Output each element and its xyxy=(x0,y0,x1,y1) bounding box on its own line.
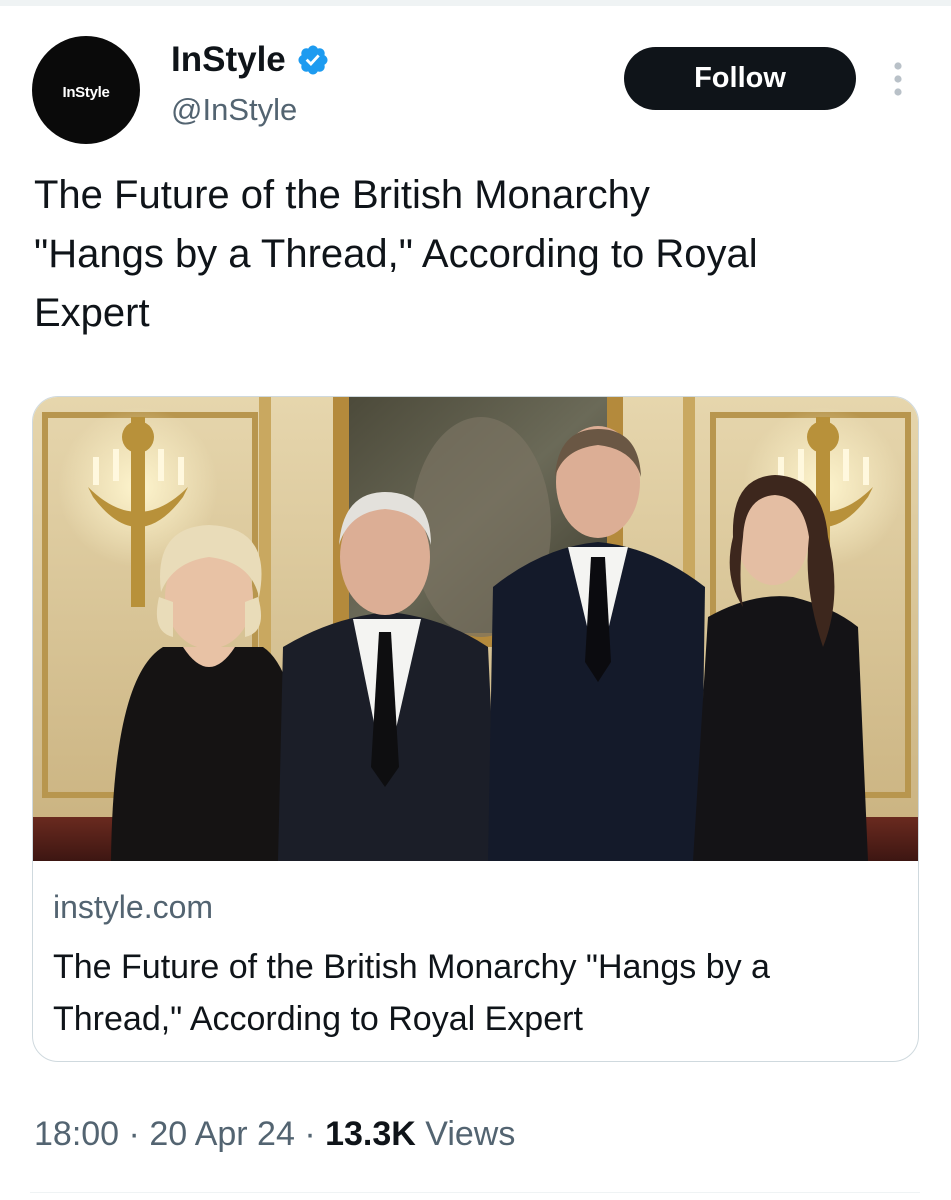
meta-separator: · xyxy=(119,1115,150,1153)
top-divider xyxy=(0,0,951,6)
avatar[interactable]: InStyle xyxy=(32,36,140,144)
tweet-time[interactable]: 18:00 xyxy=(34,1115,119,1154)
instyle-logo-avatar: InStyle xyxy=(62,83,110,101)
author-handle[interactable]: @InStyle xyxy=(171,92,297,128)
link-card[interactable]: instyle.com The Future of the British Mo… xyxy=(32,396,919,1062)
views-label-spacer xyxy=(416,1115,425,1154)
card-image[interactable] xyxy=(33,397,918,861)
meta-separator: · xyxy=(294,1115,326,1153)
author-display-name[interactable]: InStyle xyxy=(171,40,286,80)
verified-badge-icon xyxy=(298,45,328,75)
more-vertical-icon[interactable] xyxy=(884,60,912,100)
royal-family-photo xyxy=(33,397,918,861)
bottom-divider xyxy=(30,1192,920,1193)
tweet-meta: 18:00 · 20 Apr 24 · 13.3K Views xyxy=(34,1115,515,1154)
card-domain: instyle.com xyxy=(53,889,214,925)
card-title: The Future of the British Monarchy "Hang… xyxy=(53,948,770,1038)
tweet-text: The Future of the British Monarchy "Hang… xyxy=(34,173,758,335)
views-label: Views xyxy=(425,1115,516,1153)
views-count: 13.3K xyxy=(325,1115,416,1153)
tweet-date[interactable]: 20 Apr 24 xyxy=(149,1115,295,1154)
follow-button[interactable]: Follow xyxy=(624,47,856,110)
author-name-row: InStyle xyxy=(171,40,330,80)
